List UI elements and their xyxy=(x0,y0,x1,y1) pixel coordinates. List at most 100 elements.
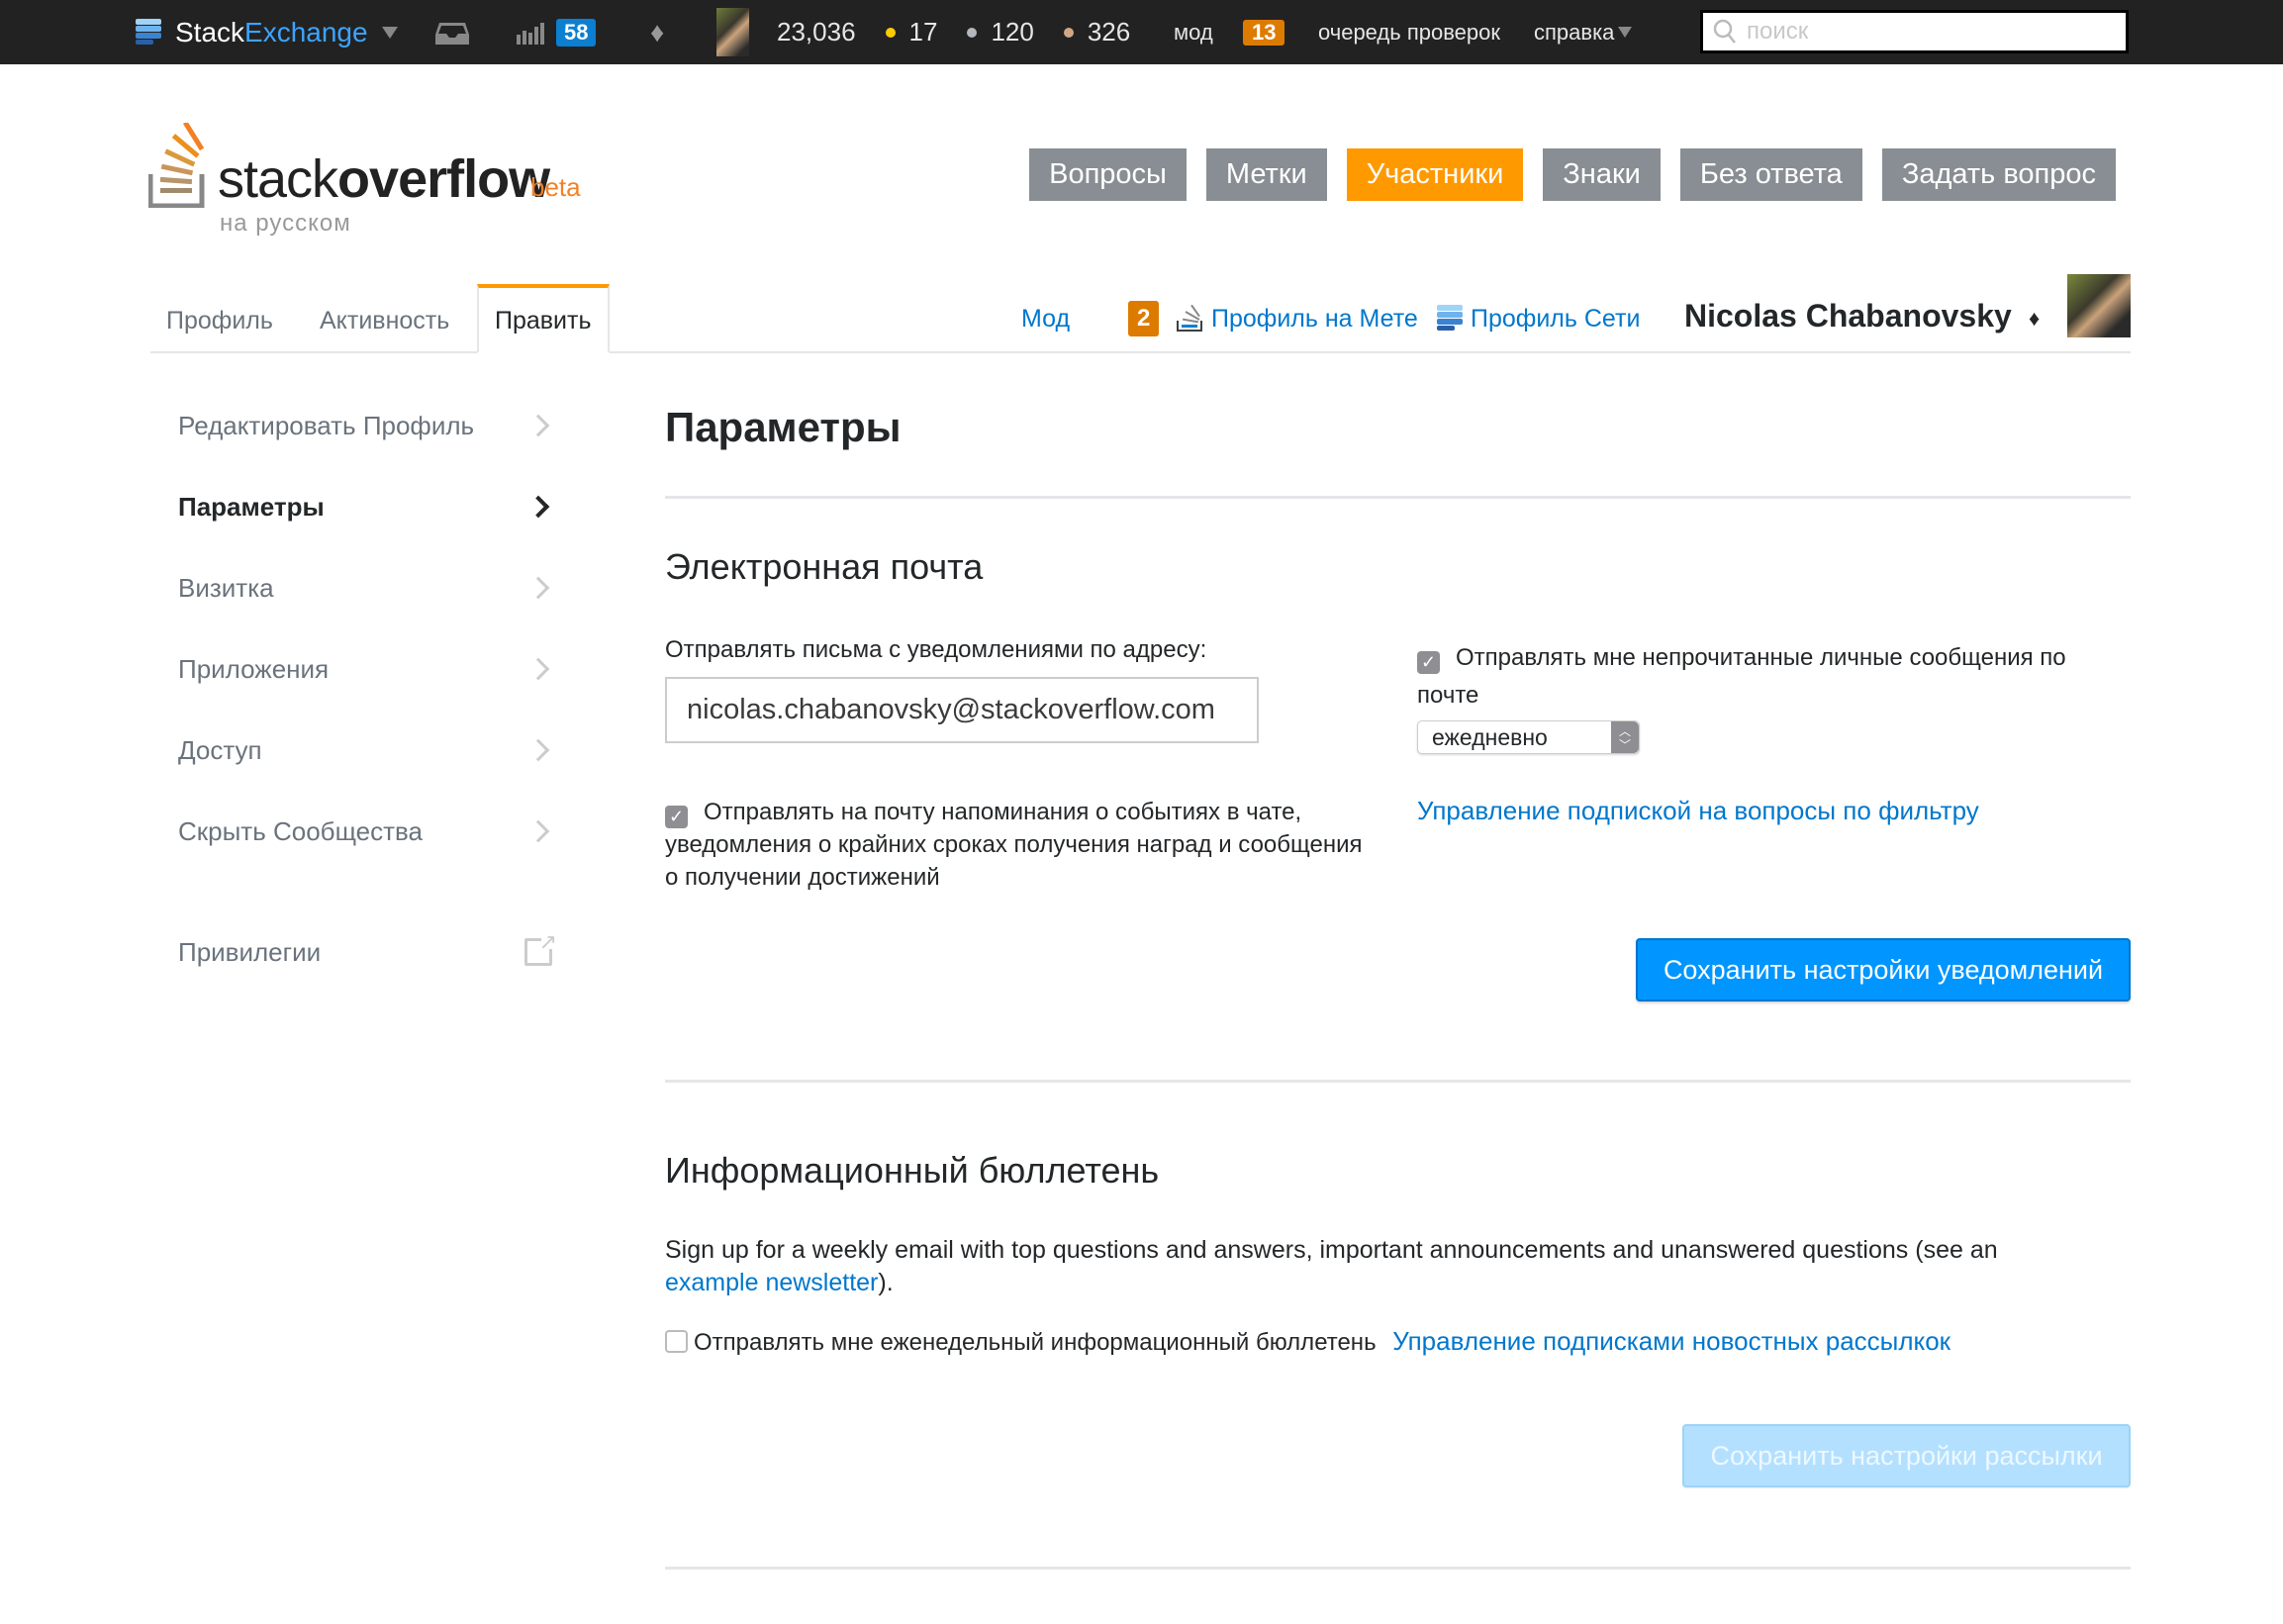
email-address-label: Отправлять письма с уведомлениями по адр… xyxy=(665,636,1207,663)
moderator-diamond-icon: ♦ xyxy=(650,16,665,48)
search-input[interactable] xyxy=(1747,18,2103,46)
chevron-down-icon xyxy=(381,26,398,39)
network-profile-label: Профиль Сети xyxy=(1471,304,1641,333)
meta-profile-link[interactable]: Профиль на Мете xyxy=(1176,284,1418,353)
silver-badge-icon xyxy=(967,27,978,38)
chevron-right-icon xyxy=(526,738,550,762)
help-label: справка xyxy=(1534,19,1615,45)
stackexchange-menu[interactable]: Stack Exchange xyxy=(136,0,398,64)
top-bar: Stack Exchange 58 ♦ 23,036 17 120 326 мод… xyxy=(0,0,2283,64)
sidebar-item-privileges[interactable]: Привилегии xyxy=(178,922,564,982)
mod-link[interactable]: мод xyxy=(1174,0,1213,64)
nav-unanswered[interactable]: Без ответа xyxy=(1679,148,1862,201)
achievements-button[interactable]: 58 xyxy=(517,0,597,64)
user-avatar[interactable] xyxy=(2067,274,2131,337)
newsletter-description: Sign up for a weekly email with top ques… xyxy=(665,1234,2131,1299)
save-notifications-button[interactable]: Сохранить настройки уведомлений xyxy=(1636,938,2131,1002)
email-field[interactable] xyxy=(665,677,1259,743)
inbox-button[interactable] xyxy=(435,0,469,64)
manage-newsletters-link[interactable]: Управление подписками новостных рассылко… xyxy=(1392,1326,1950,1356)
sidebar-item-hide-communities[interactable]: Скрыть Сообщества xyxy=(178,802,564,861)
sidebar-item-label: Доступ xyxy=(178,734,262,765)
chevron-right-icon xyxy=(526,657,550,681)
weekly-newsletter-checkbox[interactable] xyxy=(665,1330,688,1353)
sidebar-item-label: Параметры xyxy=(178,491,325,522)
mod-tab-link[interactable]: Мод xyxy=(1021,284,1070,353)
chevron-right-icon xyxy=(526,495,550,519)
pm-notifications-checkbox[interactable]: ✓ xyxy=(1417,651,1440,674)
nav-users[interactable]: Участники xyxy=(1346,148,1524,201)
bronze-badge-count: 326 xyxy=(1087,17,1131,47)
nav-badges[interactable]: Знаки xyxy=(1543,148,1661,201)
mod-count-badge[interactable]: 2 xyxy=(1128,284,1160,353)
chat-notifications-label-1: Отправлять на почту напоминания о событи… xyxy=(704,799,1302,825)
mod-flags-badge[interactable]: 13 xyxy=(1243,0,1285,64)
brand-stack: Stack xyxy=(175,16,245,48)
pm-notifications-option: ✓ Отправлять мне непрочитанные личные соо… xyxy=(1417,639,2130,715)
page-title: Параметры xyxy=(665,404,902,450)
review-queue-link[interactable]: очередь проверок xyxy=(1318,0,1500,64)
search-box[interactable] xyxy=(1700,10,2129,53)
stackexchange-icon xyxy=(1437,305,1463,333)
brand-exchange: Exchange xyxy=(244,16,368,48)
chevron-right-icon xyxy=(526,576,550,600)
pm-notifications-label-2: почте xyxy=(1417,682,1479,709)
chat-notifications-label-2: уведомления о крайних сроках получения н… xyxy=(665,831,1363,858)
profile-tabs: Профиль Активность Править Мод 2 Профиль… xyxy=(150,274,2131,353)
search-icon xyxy=(1713,19,1736,44)
newsletter-description-text: Sign up for a weekly email with top ques… xyxy=(665,1236,1998,1264)
user-display-name: Nicolas Chabanovsky xyxy=(1684,298,2012,334)
nav-questions[interactable]: Вопросы xyxy=(1029,148,1187,201)
divider xyxy=(665,496,2131,499)
newsletter-description-end: ). xyxy=(878,1269,894,1296)
select-arrows-icon: ︿ ﹀ xyxy=(1611,721,1639,753)
bronze-badge-icon xyxy=(1063,27,1074,38)
tab-activity[interactable]: Активность xyxy=(304,284,465,353)
reputation-summary[interactable]: 23,036 17 120 326 xyxy=(777,0,1130,64)
frequency-value: ежедневно xyxy=(1432,723,1548,750)
weekly-newsletter-label: Отправлять мне еженедельный информационн… xyxy=(694,1329,1377,1356)
tab-edit[interactable]: Править xyxy=(477,284,610,353)
inbox-icon xyxy=(435,22,469,45)
sidebar-item-label: Визитка xyxy=(178,572,274,603)
example-newsletter-link[interactable]: example newsletter xyxy=(665,1269,878,1296)
moderator-diamond-icon: ♦ xyxy=(2029,306,2041,331)
nav-ask-question[interactable]: Задать вопрос xyxy=(1881,148,2116,201)
meta-site-icon xyxy=(1177,305,1202,332)
sidebar-item-edit-profile[interactable]: Редактировать Профиль xyxy=(178,396,564,455)
mod-count: 2 xyxy=(1128,301,1160,336)
filter-subscription-link[interactable]: Управление подпиской на вопросы по фильт… xyxy=(1417,795,1979,827)
site-logo[interactable]: stackoverflow beta на русском xyxy=(148,119,594,238)
stackexchange-logo-icon xyxy=(136,18,161,47)
divider xyxy=(665,1567,2131,1570)
network-profile-link[interactable]: Профиль Сети xyxy=(1437,284,1640,353)
chat-notifications-checkbox[interactable]: ✓ xyxy=(665,806,688,828)
user-avatar-small[interactable] xyxy=(716,8,749,56)
gold-badge-icon xyxy=(885,27,896,38)
sidebar-item-preferences[interactable]: Параметры xyxy=(178,477,564,536)
sidebar-item-label: Скрыть Сообщества xyxy=(178,815,424,846)
frequency-select[interactable]: ежедневно ︿ ﹀ xyxy=(1417,720,1640,754)
stackoverflow-logo-icon xyxy=(148,123,205,208)
sidebar-item-flair[interactable]: Визитка xyxy=(178,558,564,618)
tab-profile[interactable]: Профиль xyxy=(150,284,289,353)
save-newsletter-button[interactable]: Сохранить настройки рассылки xyxy=(1682,1424,2131,1487)
sidebar-item-label: Приложения xyxy=(178,653,330,684)
help-menu[interactable]: справка xyxy=(1534,0,1633,64)
sidebar-item-apps[interactable]: Приложения xyxy=(178,639,564,699)
nav-tags[interactable]: Метки xyxy=(1205,148,1327,201)
chat-notifications-option: ✓ Отправлять на почту напоминания о событ… xyxy=(665,796,1378,894)
mod-flags-count: 13 xyxy=(1243,19,1285,46)
chevron-down-icon xyxy=(1618,27,1633,38)
email-section-heading: Электронная почта xyxy=(665,546,984,587)
logo-subtitle: на русском xyxy=(220,210,351,237)
chevron-right-icon xyxy=(526,414,550,437)
gold-badge-count: 17 xyxy=(908,17,938,47)
sidebar-item-access[interactable]: Доступ xyxy=(178,720,564,780)
external-link-icon xyxy=(524,929,557,966)
sidebar-item-label: Редактировать Профиль xyxy=(178,410,475,440)
weekly-newsletter-option: Отправлять мне еженедельный информационн… xyxy=(665,1325,1950,1359)
meta-profile-label: Профиль на Мете xyxy=(1211,304,1418,333)
chevron-right-icon xyxy=(526,819,550,843)
newsletter-section-heading: Информационный бюллетень xyxy=(665,1150,1160,1191)
